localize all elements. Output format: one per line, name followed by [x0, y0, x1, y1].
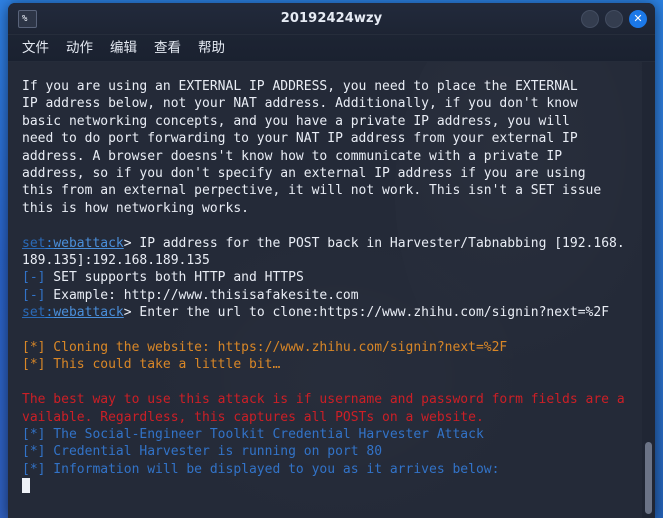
menu-item-file[interactable]: 文件 — [22, 35, 49, 62]
terminal-cursor — [22, 478, 30, 494]
terminal-text: set — [22, 305, 46, 321]
terminal-line: set:webattack> IP address for the POST b… — [22, 235, 637, 252]
terminal-text: set — [22, 235, 46, 251]
terminal-line: vailable. Regardless, this captures all … — [22, 409, 637, 426]
menu-item-actions[interactable]: 动作 — [66, 35, 93, 62]
minimize-button[interactable] — [581, 10, 599, 28]
terminal-text: this from an external perpective, it wil… — [22, 183, 602, 199]
terminal-text: address, so if you don't specify an exte… — [22, 166, 586, 182]
terminal-line: basic networking concepts, and you have … — [22, 113, 637, 130]
menu-item-edit[interactable]: 编辑 — [110, 35, 137, 62]
terminal-icon: % — [18, 10, 37, 28]
menu-item-view[interactable]: 查看 — [154, 35, 181, 62]
terminal-line: set:webattack> Enter the url to clone:ht… — [22, 304, 637, 321]
terminal-line: [*] Information will be displayed to you… — [22, 461, 637, 478]
terminal-line: [*] The Social-Engineer Toolkit Credenti… — [22, 426, 637, 443]
terminal-line: The best way to use this attack is if us… — [22, 391, 637, 408]
terminal-text: IP address below, not your NAT address. … — [22, 96, 578, 112]
terminal-text: webattack — [53, 235, 124, 251]
close-button[interactable]: ✕ — [629, 10, 647, 28]
terminal-body[interactable]: If you are using an EXTERNAL IP ADDRESS,… — [8, 62, 655, 518]
terminal-scrollbar[interactable] — [642, 62, 655, 518]
terminal-line — [22, 478, 637, 495]
terminal-line: this from an external perpective, it wil… — [22, 182, 637, 199]
terminal-text: [*] This could take a little bit… — [22, 357, 281, 373]
terminal-text: > IP address for the POST back in Harves… — [123, 235, 625, 251]
terminal-icon-glyph: % — [22, 14, 28, 24]
close-icon: ✕ — [633, 12, 643, 25]
scrollbar-thumb[interactable] — [645, 442, 652, 514]
terminal-line: If you are using an EXTERNAL IP ADDRESS,… — [22, 78, 637, 95]
menubar: 文件 动作 编辑 查看 帮助 — [8, 35, 655, 62]
terminal-line: [-] Example: http://www.thisisafakesite.… — [22, 287, 637, 304]
terminal-text: [*] Information will be displayed to you… — [22, 461, 500, 477]
terminal-line: IP address below, not your NAT address. … — [22, 95, 637, 112]
terminal-text: SET supports both HTTP and HTTPS — [45, 270, 304, 286]
terminal-line: this is how networking works. — [22, 200, 637, 217]
terminal-text: address. A browser doesns't know how to … — [22, 148, 563, 164]
terminal-text: If you are using an EXTERNAL IP ADDRESS,… — [22, 79, 578, 94]
terminal-text: [*] Cloning the website: https://www.zhi… — [22, 340, 508, 356]
terminal-line: [*] This could take a little bit… — [22, 356, 637, 373]
terminal-text: 189.135]:192.168.189.135 — [22, 253, 210, 269]
terminal-text: this is how networking works. — [22, 200, 249, 216]
menu-item-help[interactable]: 帮助 — [198, 35, 225, 62]
terminal-output: If you are using an EXTERNAL IP ADDRESS,… — [22, 78, 637, 496]
terminal-text: [-] — [22, 270, 46, 286]
terminal-text: Example: http://www.thisisafakesite.com — [45, 287, 359, 303]
window-titlebar[interactable]: % 20192424wzy ✕ — [8, 3, 655, 35]
terminal-line: address. A browser doesns't know how to … — [22, 148, 637, 165]
terminal-line: 189.135]:192.168.189.135 — [22, 252, 637, 269]
terminal-text: basic networking concepts, and you have … — [22, 113, 570, 129]
terminal-window: % 20192424wzy ✕ 文件 动作 编辑 查看 帮助 If you ar… — [8, 3, 655, 518]
terminal-text: [-] — [22, 287, 46, 303]
terminal-text: > Enter the url to clone:https://www.zhi… — [123, 305, 610, 321]
terminal-text: vailable. Regardless, this captures all … — [22, 409, 484, 425]
terminal-text: The best way to use this attack is if us… — [22, 392, 625, 408]
terminal-text: [*] The Social-Engineer Toolkit Credenti… — [22, 427, 484, 443]
maximize-button[interactable] — [605, 10, 623, 28]
terminal-text: [*] Credential Harvester is running on p… — [22, 444, 383, 460]
terminal-line: [-] SET supports both HTTP and HTTPS — [22, 269, 637, 286]
terminal-text: webattack — [53, 305, 124, 321]
terminal-line: [*] Credential Harvester is running on p… — [22, 443, 637, 460]
terminal-line: [*] Cloning the website: https://www.zhi… — [22, 339, 637, 356]
window-title: 20192424wzy — [280, 11, 383, 26]
terminal-line: address, so if you don't specify an exte… — [22, 165, 637, 182]
terminal-line: need to do port forwarding to your NAT I… — [22, 130, 637, 147]
terminal-text: need to do port forwarding to your NAT I… — [22, 131, 578, 147]
